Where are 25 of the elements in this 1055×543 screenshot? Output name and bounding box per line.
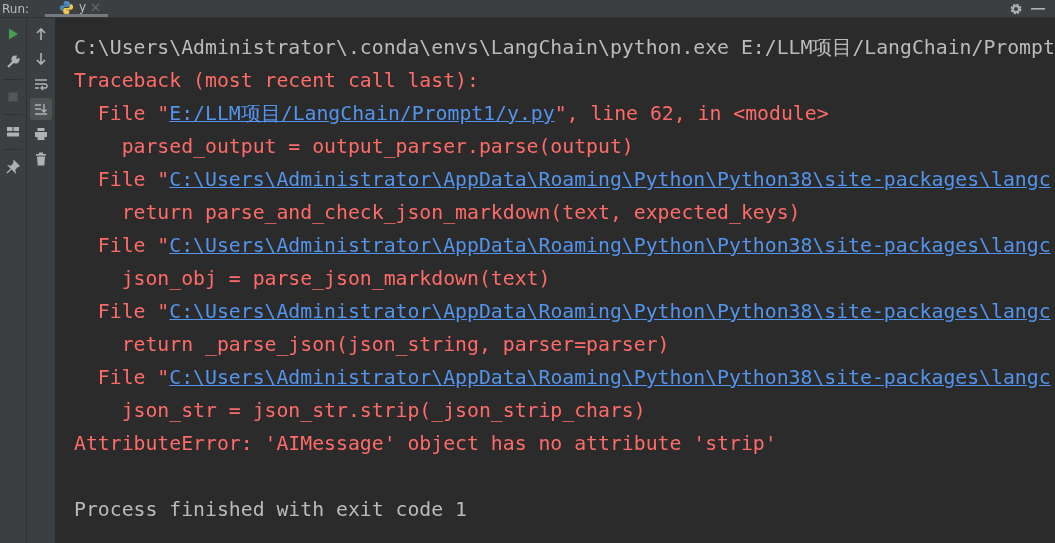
file-link[interactable]: C:\Users\Administrator\AppData\Roaming\Python\Python38\site-packages\langc — [169, 300, 1051, 323]
console-text: C:\Users\Administrator\.conda\envs\LangChain\python.exe E:/LLM项目/LangChain/Prompt — [74, 36, 1055, 59]
python-icon — [59, 0, 75, 15]
file-link[interactable]: E:/LLM项目/LangChain/Prompt1/y.py — [169, 102, 555, 125]
console-text: ", line 62, in <module> — [554, 102, 829, 125]
console-text: AttributeError: 'AIMessage' object has no attribute 'strip' — [74, 432, 777, 455]
console-text: File " — [96, 300, 170, 323]
run-label: Run: — [2, 1, 30, 16]
console-text: json_obj = parse_json_markdown(text) — [120, 267, 551, 290]
console-text: return _parse_json(json_string, parser=parser) — [120, 333, 670, 356]
file-link[interactable]: C:\Users\Administrator\AppData\Roaming\Python\Python38\site-packages\langc — [169, 366, 1051, 389]
console-text: return parse_and_check_json_markdown(text, expected_keys) — [120, 201, 801, 224]
console-text: parsed_output = output_parser.parse(output) — [120, 135, 634, 158]
console-text: File " — [96, 102, 170, 125]
file-link[interactable]: C:\Users\Administrator\AppData\Roaming\Python\Python38\site-packages\langc — [169, 234, 1051, 257]
settings-icon[interactable] — [1009, 1, 1023, 16]
file-link[interactable]: C:\Users\Administrator\AppData\Roaming\Python\Python38\site-packages\langc — [169, 168, 1051, 191]
console-text: File " — [96, 168, 170, 191]
console-text: Process finished with exit code 1 — [74, 498, 467, 521]
console-text: File " — [96, 366, 170, 389]
console-text: File " — [96, 234, 170, 257]
scroll-to-end-icon[interactable] — [30, 98, 52, 120]
console-text: Traceback (most recent call last): — [74, 69, 479, 92]
run-tab[interactable]: y — [45, 0, 109, 17]
console-text: json_str = json_str.strip(_json_strip_chars) — [120, 399, 646, 422]
